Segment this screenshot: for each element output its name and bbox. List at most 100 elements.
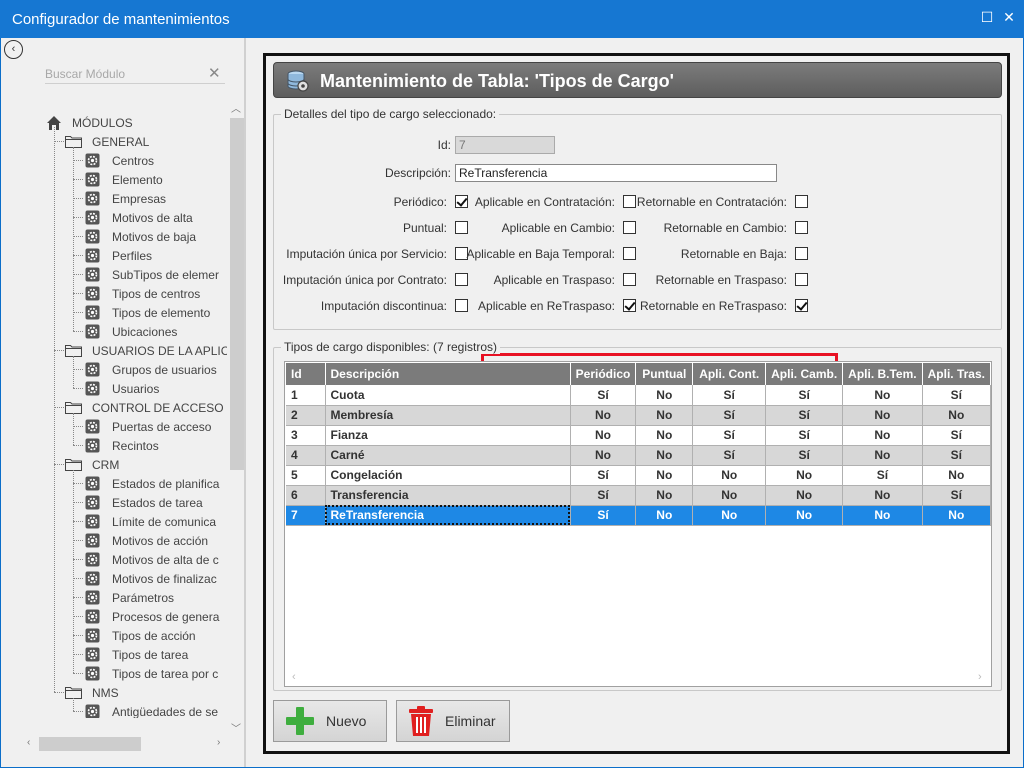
column-header[interactable]: Apli. Tras. — [922, 363, 991, 385]
table-cell[interactable]: No — [922, 505, 991, 526]
table-cell[interactable]: No — [692, 485, 767, 506]
scroll-up-icon[interactable]: ︿ — [231, 100, 241, 115]
table-row[interactable]: 7 ReTransferencia Sí No No No No No — [286, 505, 991, 526]
tree-item[interactable]: Elemento — [85, 170, 163, 189]
restore-icon[interactable]: ☐ — [980, 10, 994, 24]
table-row[interactable]: 6 Transferencia Sí No No No No Sí — [286, 485, 991, 506]
table-cell[interactable]: Sí — [842, 465, 923, 486]
tree-item[interactable]: Ubicaciones — [85, 322, 177, 341]
table-cell[interactable]: Sí — [570, 465, 637, 486]
aplic-cambio-checkbox[interactable] — [623, 221, 636, 234]
close-icon[interactable]: ✕ — [1002, 10, 1016, 24]
tree-item[interactable]: Centros — [85, 151, 154, 170]
table-cell[interactable]: No — [922, 405, 991, 426]
table-cell[interactable]: No — [635, 385, 694, 406]
table-cell[interactable]: Sí — [765, 405, 844, 426]
table-row[interactable]: 5 Congelación Sí No No No Sí No — [286, 465, 991, 486]
table-cell[interactable]: No — [570, 445, 637, 466]
back-icon[interactable]: ‹ — [4, 40, 23, 59]
scroll-thumb[interactable] — [39, 737, 141, 751]
table-cell[interactable]: 2 — [286, 405, 326, 426]
tree-item[interactable]: Perfiles — [85, 246, 152, 265]
table-cell[interactable]: No — [570, 405, 637, 426]
table-cell[interactable]: Sí — [922, 485, 991, 506]
scroll-right-icon[interactable]: › — [978, 671, 982, 683]
column-header[interactable]: Apli. B.Tem. — [842, 363, 923, 385]
table-row[interactable]: 3 Fianza No No Sí Sí No Sí — [286, 425, 991, 446]
table-cell[interactable]: No — [842, 485, 923, 506]
table-cell[interactable]: Sí — [922, 445, 991, 466]
tree-item[interactable]: Puertas de acceso — [85, 417, 211, 436]
tree-item[interactable]: Motivos de alta — [85, 208, 193, 227]
table-cell[interactable]: No — [842, 505, 923, 526]
table-cell[interactable]: No — [692, 505, 767, 526]
description-field[interactable] — [455, 164, 777, 182]
retorn-traspaso-checkbox[interactable] — [795, 273, 808, 286]
retorn-baja-checkbox[interactable] — [795, 247, 808, 260]
table-row[interactable]: 4 Carné No No Sí Sí No Sí — [286, 445, 991, 466]
retorn-contratacion-checkbox[interactable] — [795, 195, 808, 208]
scroll-left-icon[interactable]: ‹ — [27, 737, 30, 748]
table-cell[interactable]: Sí — [570, 505, 637, 526]
aplic-contratacion-checkbox[interactable] — [623, 195, 636, 208]
table-cell[interactable]: No — [635, 465, 694, 486]
table-cell[interactable]: No — [635, 425, 694, 446]
tree-item[interactable]: Motivos de alta de c — [85, 550, 219, 569]
table-cell[interactable]: No — [842, 385, 923, 406]
puntual-checkbox[interactable] — [455, 221, 468, 234]
table-cell[interactable]: Transferencia — [325, 485, 571, 506]
tree-item[interactable]: Empresas — [85, 189, 166, 208]
tree-root[interactable]: MÓDULOS — [46, 113, 133, 132]
table-cell[interactable]: Sí — [692, 405, 767, 426]
tree-item[interactable]: Usuarios — [85, 379, 159, 398]
table-cell[interactable]: No — [842, 425, 923, 446]
table-cell[interactable]: Sí — [922, 425, 991, 446]
retorn-retraspaso-checkbox[interactable] — [795, 299, 808, 312]
table-cell[interactable]: No — [635, 485, 694, 506]
tree-item[interactable]: Grupos de usuarios — [85, 360, 217, 379]
module-search-input[interactable] — [45, 64, 225, 84]
column-header[interactable]: Apli. Camb. — [765, 363, 844, 385]
table-cell[interactable]: Sí — [922, 385, 991, 406]
tree-item[interactable]: Antigüedades de se — [85, 702, 218, 718]
delete-button[interactable]: Eliminar — [396, 700, 510, 742]
table-cell[interactable]: No — [842, 405, 923, 426]
table-cell[interactable]: 7 — [286, 505, 326, 526]
table-cell[interactable]: No — [635, 505, 694, 526]
imput-discontinua-checkbox[interactable] — [455, 299, 468, 312]
tree-item[interactable]: Motivos de finalizac — [85, 569, 217, 588]
table-cell[interactable]: No — [842, 445, 923, 466]
tree-item[interactable]: Tipos de acción — [85, 626, 196, 645]
table-cell[interactable]: Sí — [692, 385, 767, 406]
tree-folder[interactable]: CONTROL DE ACCESO — [65, 398, 224, 417]
tree-item[interactable]: Parámetros — [85, 588, 174, 607]
column-header[interactable]: Id — [286, 363, 326, 385]
tree-item[interactable]: Tipos de elemento — [85, 303, 210, 322]
table-row[interactable]: 1 Cuota Sí No Sí Sí No Sí — [286, 385, 991, 406]
tree-item[interactable]: Estados de planifica — [85, 474, 219, 493]
tree-item[interactable]: Tipos de tarea — [85, 645, 188, 664]
column-header[interactable]: Apli. Cont. — [692, 363, 767, 385]
table-cell[interactable]: No — [922, 465, 991, 486]
periodico-checkbox[interactable] — [455, 195, 468, 208]
tree-item[interactable]: SubTipos de elemer — [85, 265, 219, 284]
table-cell[interactable]: No — [570, 425, 637, 446]
tree-item[interactable]: Motivos de acción — [85, 531, 208, 550]
table-cell[interactable]: No — [635, 445, 694, 466]
scroll-left-icon[interactable]: ‹ — [292, 671, 296, 683]
tree-folder[interactable]: USUARIOS DE LA APLIC — [65, 341, 227, 360]
aplic-baja-checkbox[interactable] — [623, 247, 636, 260]
tree-item[interactable]: Motivos de baja — [85, 227, 196, 246]
grid-horizontal-scrollbar[interactable]: ‹ › — [286, 671, 990, 685]
sidebar-vertical-scrollbar[interactable]: ︿ ﹀ — [227, 100, 245, 736]
table-cell[interactable]: 4 — [286, 445, 326, 466]
scroll-down-icon[interactable]: ﹀ — [231, 720, 241, 735]
table-cell[interactable]: No — [765, 465, 844, 486]
tree-item[interactable]: Procesos de genera — [85, 607, 219, 626]
table-cell[interactable]: 3 — [286, 425, 326, 446]
table-cell[interactable]: Sí — [765, 425, 844, 446]
table-cell[interactable]: Sí — [570, 485, 637, 506]
table-cell[interactable]: Congelación — [325, 465, 571, 486]
imput-contrato-checkbox[interactable] — [455, 273, 468, 286]
new-button[interactable]: Nuevo — [273, 700, 387, 742]
